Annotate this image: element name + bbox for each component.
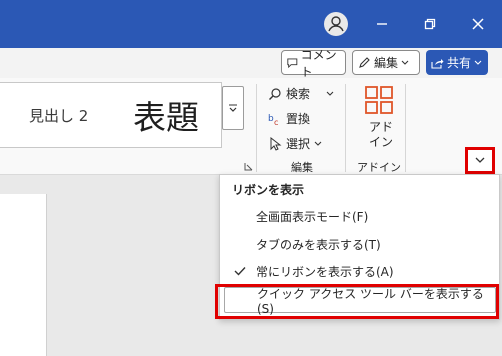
chevron-down-icon [401,60,409,65]
gallery-more-icon [229,104,237,112]
ribbon-separator [345,84,346,172]
menu-header: リボンを表示 [232,183,305,197]
minimize-icon [377,23,387,25]
replace-button[interactable]: b c 置換 [268,110,310,127]
addins-button[interactable]: アド イン [358,84,400,150]
restore-icon [424,18,436,30]
menu-item-tabs-only[interactable]: タブのみを表示する(T) [228,231,494,257]
style-title[interactable]: 表題 [133,91,199,139]
dialog-launcher-icon[interactable] [244,162,253,171]
search-icon [269,87,281,100]
comment-button[interactable]: コメント [281,48,346,79]
close-icon [472,18,484,30]
menu-item-label: 常にリボンを表示する(A) [256,264,394,279]
edit-mode-button[interactable]: 編集 [352,50,420,75]
user-avatar[interactable] [324,12,348,36]
share-button[interactable]: 共有 [426,50,488,75]
cursor-icon [270,136,282,151]
replace-label: 置換 [286,112,311,126]
select-button[interactable]: 選択 [268,135,322,152]
close-button[interactable] [464,10,492,38]
share-icon [431,58,444,69]
ribbon-separator [405,84,406,172]
menu-item-fullscreen[interactable]: 全画面表示モード(F) [228,203,494,229]
menu-item-always-show[interactable]: 常にリボンを表示する(A) [228,258,494,284]
menu-item-label: タブのみを表示する(T) [256,237,381,252]
find-label: 検索 [286,87,311,101]
edit-mode-label: 編集 [374,56,399,70]
ribbon-separator [256,84,257,172]
style-heading2[interactable]: 見出し 2 [29,105,88,126]
comment-label: コメント [300,47,337,79]
chevron-down-icon [474,60,482,65]
pencil-icon [359,57,370,68]
comment-icon [287,57,298,68]
styles-gallery: 見出し 2 表題 [0,82,222,148]
menu-item-label: 全画面表示モード(F) [256,209,369,224]
select-label: 選択 [286,137,311,151]
addins-label-line2: イン [369,135,394,149]
find-button[interactable]: 検索 [268,85,334,102]
chevron-down-icon [314,141,322,146]
share-label: 共有 [447,56,472,70]
checkmark-icon [234,267,246,276]
minimize-button[interactable] [368,10,396,38]
addins-group-label: アドイン [357,161,401,174]
restore-button[interactable] [416,10,444,38]
highlight-box [465,147,495,174]
svg-text:c: c [274,118,278,126]
addins-grid-icon [365,86,393,114]
user-icon [328,16,344,32]
replace-icon: b c [268,114,278,126]
editing-group-label: 編集 [291,161,313,174]
highlight-box [215,284,499,319]
styles-gallery-more-button[interactable] [222,86,244,130]
document-page[interactable] [0,194,47,356]
chevron-down-icon [326,91,334,96]
